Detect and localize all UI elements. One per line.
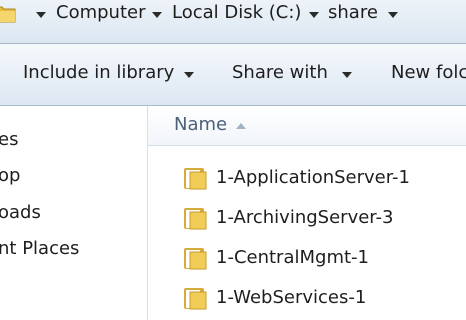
nav-item-recent-places[interactable]: nt Places bbox=[0, 237, 79, 261]
list-item[interactable]: 1-ArchivingServer-3 bbox=[148, 200, 466, 236]
folder-icon bbox=[0, 6, 16, 23]
list-item[interactable]: 1-ApplicationServer-1 bbox=[148, 160, 466, 196]
list-item[interactable]: 1-CentralMgmt-1 bbox=[148, 240, 466, 276]
dropdown-arrow-icon[interactable] bbox=[342, 72, 352, 78]
list-item[interactable]: 1-WebServices-1 bbox=[148, 280, 466, 316]
breadcrumb-chevron-icon[interactable] bbox=[152, 12, 162, 18]
sort-ascending-icon bbox=[236, 123, 246, 129]
breadcrumb-chevron-icon[interactable] bbox=[388, 12, 398, 18]
nav-item-favorites[interactable]: es bbox=[0, 128, 18, 152]
new-folder-button[interactable]: New folc bbox=[391, 62, 466, 83]
column-header-label: Name bbox=[174, 114, 228, 135]
folder-icon bbox=[184, 248, 207, 270]
folder-icon bbox=[184, 168, 207, 190]
command-bar: Include in library Share with New folc bbox=[0, 44, 466, 106]
breadcrumb-computer[interactable]: Computer bbox=[56, 2, 145, 23]
breadcrumb-local-disk[interactable]: Local Disk (C:) bbox=[172, 2, 301, 23]
folder-name: 1-WebServices-1 bbox=[216, 287, 367, 308]
column-header-name[interactable]: Name bbox=[148, 106, 466, 146]
breadcrumb-chevron-icon[interactable] bbox=[309, 12, 319, 18]
include-in-library-button[interactable]: Include in library bbox=[23, 62, 174, 83]
folder-name: 1-CentralMgmt-1 bbox=[216, 247, 369, 268]
breadcrumb-share[interactable]: share bbox=[328, 2, 378, 23]
folder-icon bbox=[184, 288, 207, 310]
navigation-pane: es op oads nt Places bbox=[0, 106, 148, 320]
folder-name: 1-ApplicationServer-1 bbox=[216, 167, 410, 188]
nav-item-desktop[interactable]: op bbox=[0, 164, 20, 188]
dropdown-arrow-icon[interactable] bbox=[184, 72, 194, 78]
breadcrumb-chevron-icon[interactable] bbox=[36, 12, 46, 18]
folder-icon bbox=[184, 208, 207, 230]
folder-name: 1-ArchivingServer-3 bbox=[216, 207, 394, 228]
file-list: Name 1-ApplicationServer-1 1-ArchivingSe… bbox=[148, 106, 466, 320]
nav-item-downloads[interactable]: oads bbox=[0, 201, 41, 225]
share-with-button[interactable]: Share with bbox=[232, 62, 328, 83]
address-bar[interactable]: Computer Local Disk (C:) share bbox=[0, 0, 466, 44]
